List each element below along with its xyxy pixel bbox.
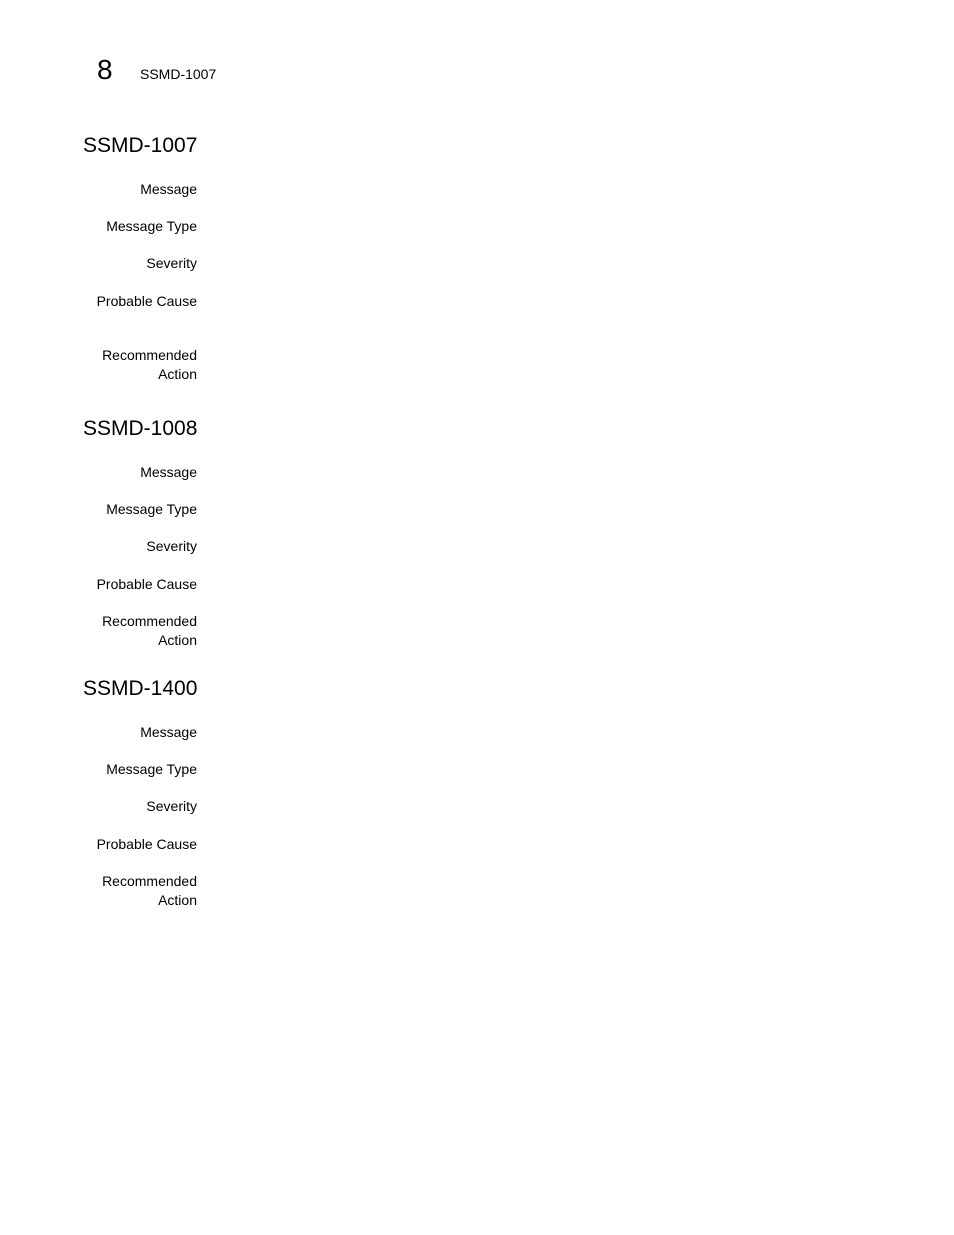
chapter-number: 8 (97, 54, 113, 85)
section-title: SSMD-1400 (83, 677, 198, 700)
label-recommended-action-line2: Action (158, 632, 197, 648)
label-message-type: Message Type (106, 218, 197, 234)
label-recommended-action-line1: Recommended (102, 347, 197, 363)
label-recommended-action-line2: Action (158, 892, 197, 908)
label-message: Message (140, 464, 197, 480)
label-severity: Severity (146, 798, 197, 814)
label-message-type: Message Type (106, 761, 197, 777)
label-recommended-action-line1: Recommended (102, 613, 197, 629)
label-message-type: Message Type (106, 501, 197, 517)
label-recommended-action-line2: Action (158, 366, 197, 382)
section-title: SSMD-1008 (83, 417, 198, 440)
label-message: Message (140, 724, 197, 740)
label-severity: Severity (146, 255, 197, 271)
label-message: Message (140, 181, 197, 197)
running-title: SSMD-1007 (140, 66, 217, 82)
label-probable-cause: Probable Cause (96, 576, 197, 592)
label-probable-cause: Probable Cause (96, 293, 197, 309)
label-severity: Severity (146, 538, 197, 554)
section-title: SSMD-1007 (83, 134, 198, 157)
label-recommended-action-line1: Recommended (102, 873, 197, 889)
label-probable-cause: Probable Cause (96, 836, 197, 852)
